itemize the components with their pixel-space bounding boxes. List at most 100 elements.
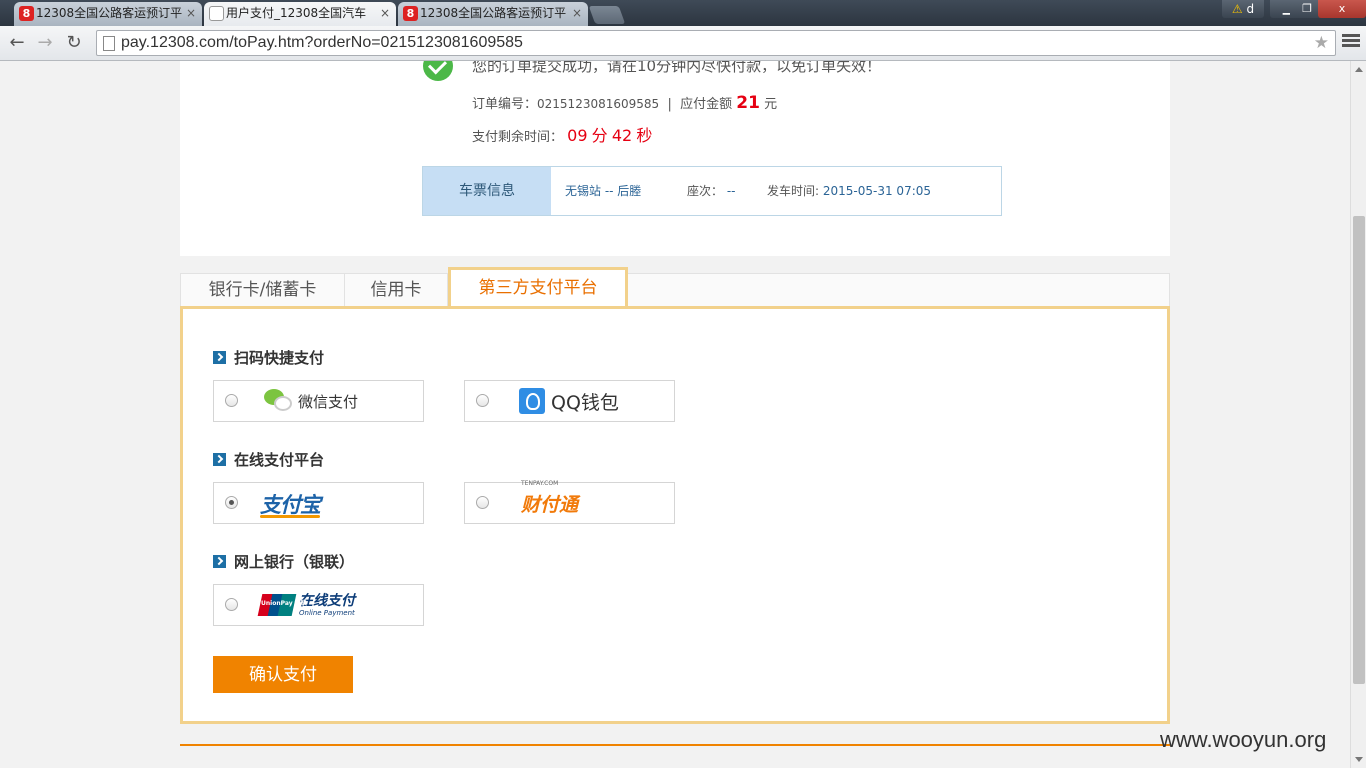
- forward-button[interactable]: →: [34, 32, 56, 54]
- unionpay-label: 在线支付 Online Payment: [299, 594, 355, 617]
- timer-seconds: 42: [611, 126, 633, 145]
- success-message: 您的订单提交成功，请在10分钟内尽快付款，以免订单失效！: [472, 61, 882, 75]
- order-info-line: 订单编号：0215123081609585 | 应付金额 21 元: [472, 93, 777, 113]
- scrollbar-thumb[interactable]: [1353, 216, 1365, 684]
- user-profile-button[interactable]: ⚠ d: [1222, 0, 1264, 18]
- seat-value: --: [726, 184, 736, 198]
- tenpay-logo: TENPAY.COM 财付通: [521, 480, 579, 523]
- browser-tab-title: 12308全国公路客运预订平: [36, 6, 183, 20]
- browser-tab-strip: 8 12308全国公路客运预订平 × 用户支付_12308全国汽车 × 8 12…: [0, 0, 1366, 26]
- remaining-time-label: 支付剩余时间：: [472, 130, 564, 145]
- tab-close-icon[interactable]: ×: [380, 2, 390, 24]
- menu-line: [1342, 44, 1360, 47]
- browser-menu-button[interactable]: [1342, 32, 1360, 52]
- timer-seconds-unit: 秒: [636, 126, 653, 145]
- section-title-online-platform: 在线支付平台: [213, 449, 324, 470]
- footer-divider: [180, 744, 1170, 746]
- order-number: 0215123081609585: [537, 97, 660, 111]
- tab-credit-card[interactable]: 信用卡: [345, 274, 448, 308]
- section-title-scan-pay: 扫码快捷支付: [213, 347, 324, 368]
- qq-wallet-radio[interactable]: [476, 394, 489, 407]
- alipay-radio[interactable]: [225, 496, 238, 509]
- seat-label: 座次：: [687, 184, 724, 198]
- menu-line: [1342, 34, 1360, 37]
- browser-tab-3[interactable]: 8 12308全国公路客运预订平 ×: [398, 2, 588, 26]
- qq-wallet-logo: QQ钱包: [519, 381, 619, 421]
- option-qq-wallet[interactable]: QQ钱包: [464, 380, 675, 422]
- unionpay-label-cn: 在线支付: [299, 592, 355, 609]
- option-tenpay[interactable]: TENPAY.COM 财付通: [464, 480, 675, 524]
- scroll-down-arrow-icon[interactable]: [1355, 757, 1363, 762]
- page-scrollbar[interactable]: [1350, 61, 1366, 768]
- departure-time: 2015-05-31 07:05: [822, 184, 932, 198]
- unionpay-logo: UnionPay 银联 在线支付 Online Payment: [257, 585, 355, 625]
- ticket-info-box: 车票信息 无锡站 -- 后塍 座次： -- 发车时间: 2015-05-31 0…: [422, 166, 1002, 216]
- option-unionpay[interactable]: UnionPay 银联 在线支付 Online Payment: [213, 584, 424, 626]
- browser-tab-title: 12308全国公路客运预订平: [420, 6, 567, 20]
- reload-icon: ↻: [66, 32, 82, 53]
- tab-debit-card[interactable]: 银行卡/储蓄卡: [181, 274, 345, 308]
- wechat-pay-label: 微信支付: [298, 392, 359, 411]
- watermark: www.wooyun.org: [1160, 727, 1327, 752]
- 12308-logo-icon: 8: [19, 6, 34, 21]
- browser-toolbar: ← → ↻ pay.12308.com/toPay.htm?orderNo=02…: [0, 26, 1366, 61]
- window-close-button[interactable]: x: [1318, 0, 1366, 18]
- section-title-online-bank: 网上银行（银联）: [213, 551, 354, 572]
- close-icon: x: [1338, 2, 1346, 15]
- unionpay-label-en: Online Payment: [299, 608, 355, 617]
- browser-tab-title: 用户支付_12308全国汽车: [226, 6, 367, 20]
- option-wechat-pay[interactable]: 微信支付: [213, 380, 424, 422]
- bookmark-star-icon[interactable]: ★: [1314, 31, 1329, 55]
- separator: |: [667, 97, 672, 112]
- section-title-text: 网上银行（银联）: [234, 553, 355, 571]
- payment-timer: 支付剩余时间： 09 分 42 秒: [472, 122, 652, 146]
- confirm-payment-button[interactable]: 确认支付: [213, 656, 353, 693]
- scroll-up-arrow-icon[interactable]: [1355, 67, 1363, 72]
- amount-unit: 元: [764, 97, 778, 112]
- departure-info: 发车时间: 2015-05-31 07:05: [767, 167, 931, 215]
- order-number-label: 订单编号：: [472, 97, 538, 112]
- unionpay-radio[interactable]: [225, 598, 238, 611]
- unionpay-mark: UnionPay 银联: [261, 600, 307, 607]
- unionpay-icon: UnionPay 银联: [257, 594, 307, 616]
- qq-wallet-icon: [519, 388, 545, 414]
- option-alipay[interactable]: 支付宝: [213, 482, 424, 524]
- tab-third-party[interactable]: 第三方支付平台: [448, 267, 628, 309]
- warning-icon: ⚠: [1231, 2, 1243, 16]
- wechat-icon: [264, 389, 292, 413]
- payment-method-tabs: 银行卡/储蓄卡 信用卡 第三方支付平台: [180, 267, 1170, 309]
- page-viewport: 您的订单提交成功，请在10分钟内尽快付款，以免订单失效！ 订单编号：021512…: [0, 61, 1350, 768]
- back-arrow-icon: ←: [9, 32, 25, 53]
- section-bullet-icon: [213, 555, 226, 568]
- amount-label: 应付金额: [680, 97, 733, 112]
- address-bar[interactable]: pay.12308.com/toPay.htm?orderNo=02151230…: [96, 30, 1336, 56]
- third-party-payment-panel: 扫码快捷支付 微信支付 QQ钱包 在线支付平台 支付宝 TENPAY.COM 财…: [180, 306, 1170, 724]
- tab-close-icon[interactable]: ×: [572, 2, 582, 24]
- tab-close-icon[interactable]: ×: [186, 2, 196, 24]
- departure-label: 发车时间:: [767, 184, 820, 198]
- ticket-route: 无锡站 -- 后塍: [565, 184, 642, 198]
- tenpay-radio[interactable]: [476, 496, 489, 509]
- timer-minutes-unit: 分: [591, 126, 608, 145]
- wechat-pay-logo: 微信支付: [264, 381, 358, 421]
- tenpay-logo-text: 财付通: [521, 493, 579, 516]
- forward-arrow-icon: →: [37, 32, 53, 53]
- qq-wallet-label: QQ钱包: [551, 391, 619, 414]
- address-bar-url: pay.12308.com/toPay.htm?orderNo=02151230…: [121, 34, 523, 51]
- browser-tab-2[interactable]: 用户支付_12308全国汽车 ×: [204, 2, 396, 26]
- browser-tab-1[interactable]: 8 12308全国公路客运预订平 ×: [14, 2, 202, 26]
- section-bullet-icon: [213, 453, 226, 466]
- back-button[interactable]: ←: [6, 32, 28, 54]
- alipay-logo-text: 支付宝: [260, 492, 321, 518]
- page-icon: [103, 36, 115, 51]
- alipay-logo: 支付宝: [260, 483, 321, 523]
- section-bullet-icon: [213, 351, 226, 364]
- wechat-pay-radio[interactable]: [225, 394, 238, 407]
- user-initial: d: [1246, 2, 1255, 16]
- 12308-logo-icon: 8: [403, 6, 418, 21]
- amount-value: 21: [736, 93, 760, 113]
- tenpay-domain: TENPAY.COM: [521, 480, 559, 487]
- new-tab-button[interactable]: [588, 6, 626, 24]
- order-summary-panel: 您的订单提交成功，请在10分钟内尽快付款，以免订单失效！ 订单编号：021512…: [180, 61, 1170, 256]
- reload-button[interactable]: ↻: [63, 32, 85, 54]
